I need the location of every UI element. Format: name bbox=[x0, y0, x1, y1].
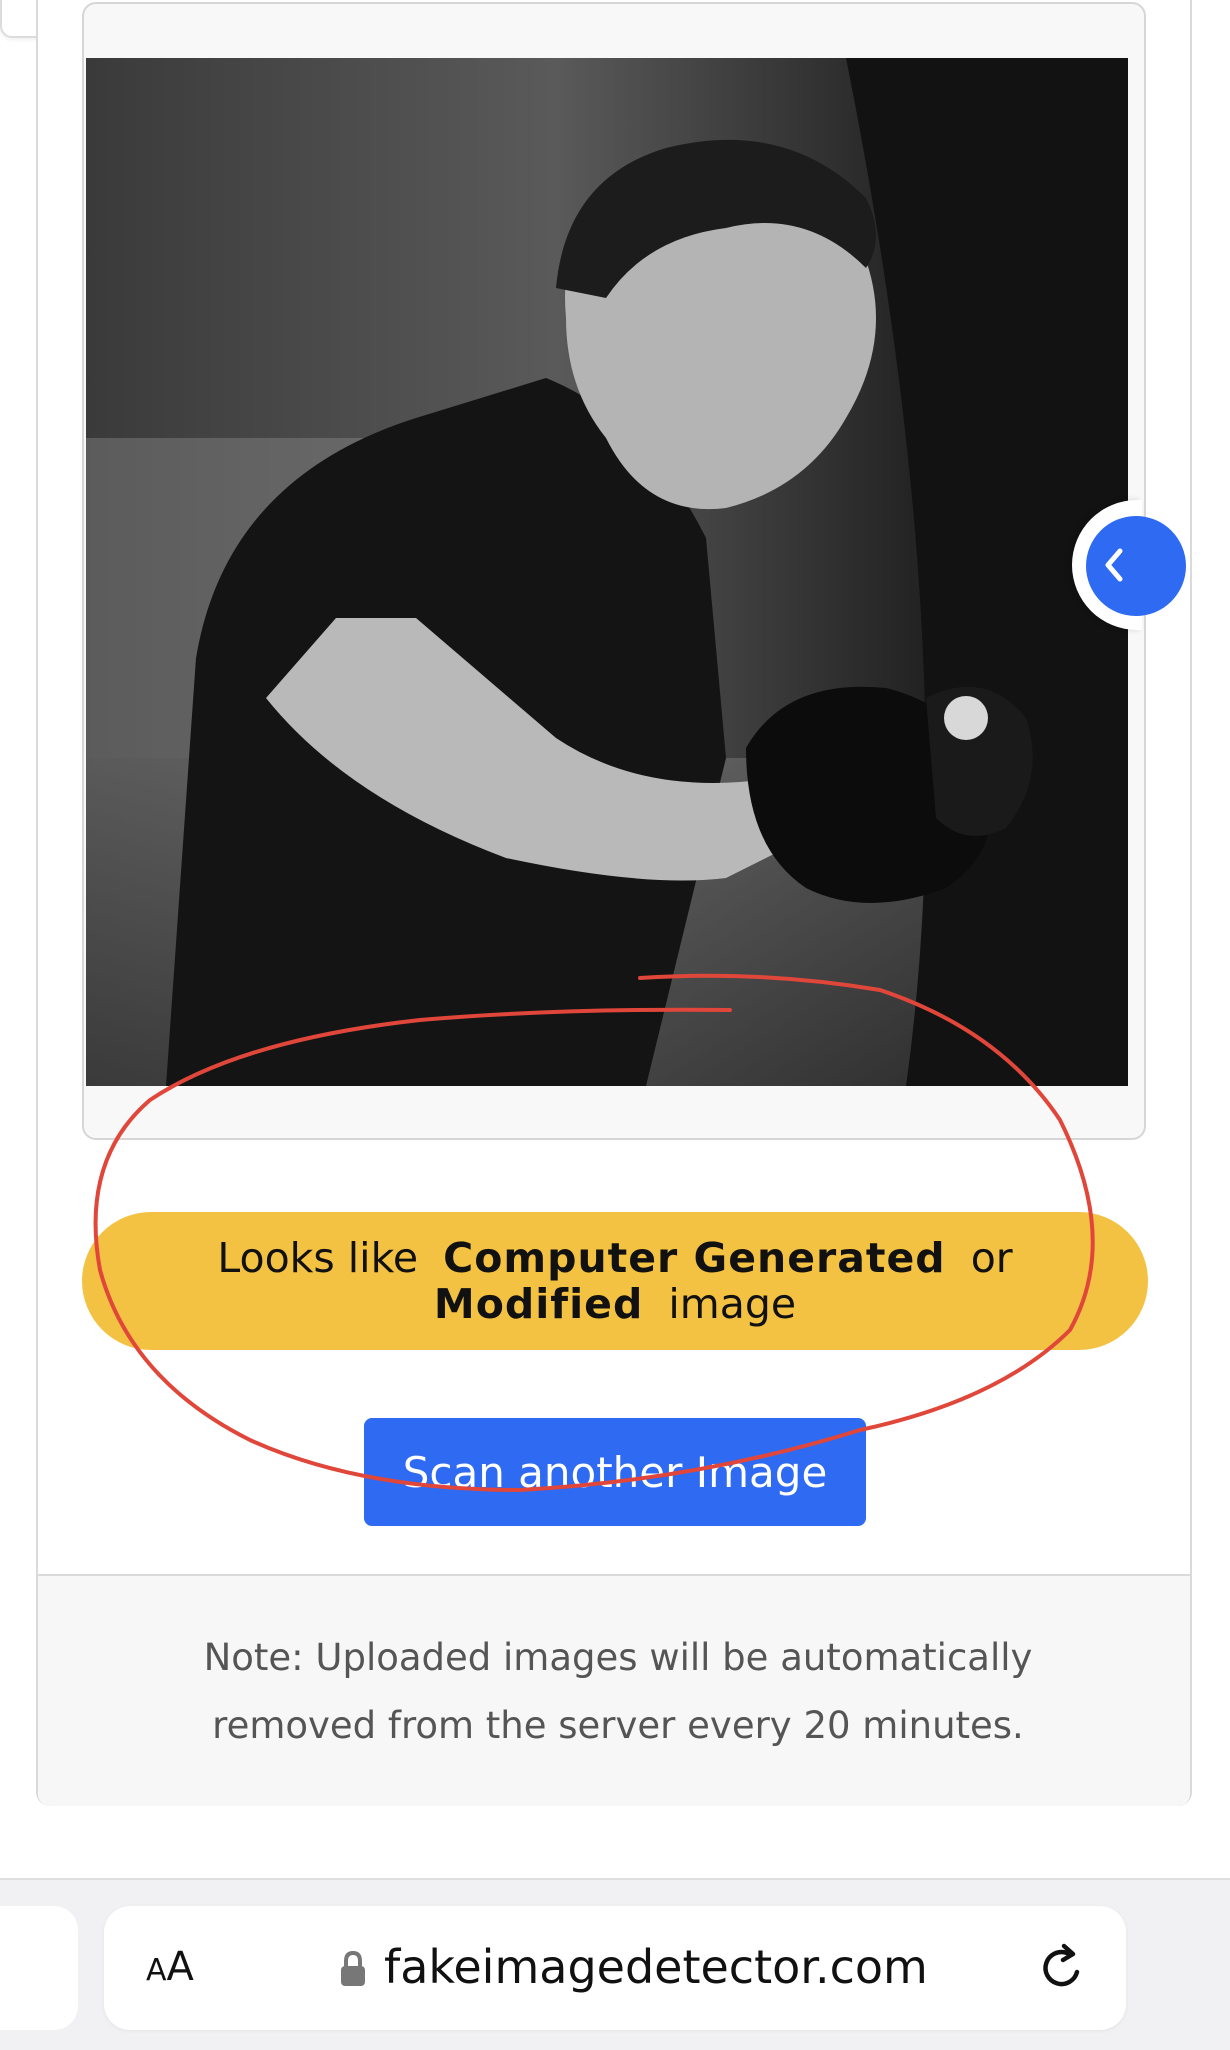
collapse-button[interactable] bbox=[1086, 516, 1186, 616]
note-text: Note: Uploaded images will be automatica… bbox=[203, 1636, 1033, 1747]
browser-toolbar: AA fakeimagedetector.com bbox=[0, 1878, 1230, 2050]
url-text[interactable]: fakeimagedetector.com bbox=[384, 1940, 928, 1994]
result-suffix: image bbox=[668, 1280, 797, 1328]
text-size-button[interactable]: AA bbox=[146, 1944, 194, 1990]
result-line-2: Modified image bbox=[428, 1281, 802, 1327]
result-banner: Looks like Computer Generated or Modifie… bbox=[82, 1212, 1148, 1350]
result-emphasis-modified: Modified bbox=[433, 1280, 644, 1328]
result-connector: or bbox=[970, 1234, 1013, 1282]
result-prefix: Looks like bbox=[217, 1234, 419, 1282]
chevron-left-icon bbox=[1105, 548, 1123, 582]
previous-tab-stub[interactable] bbox=[0, 1906, 78, 2030]
address-bar[interactable]: AA fakeimagedetector.com bbox=[104, 1906, 1126, 2030]
result-emphasis-computer-generated: Computer Generated bbox=[443, 1234, 946, 1282]
lock-icon bbox=[341, 1950, 365, 1986]
result-line-1: Looks like Computer Generated or bbox=[211, 1235, 1018, 1281]
uploaded-photo bbox=[86, 58, 1128, 1086]
reload-icon[interactable] bbox=[1036, 1942, 1088, 1994]
scan-another-image-button[interactable]: Scan another Image bbox=[364, 1418, 866, 1526]
note-footer: Note: Uploaded images will be automatica… bbox=[38, 1574, 1190, 1806]
